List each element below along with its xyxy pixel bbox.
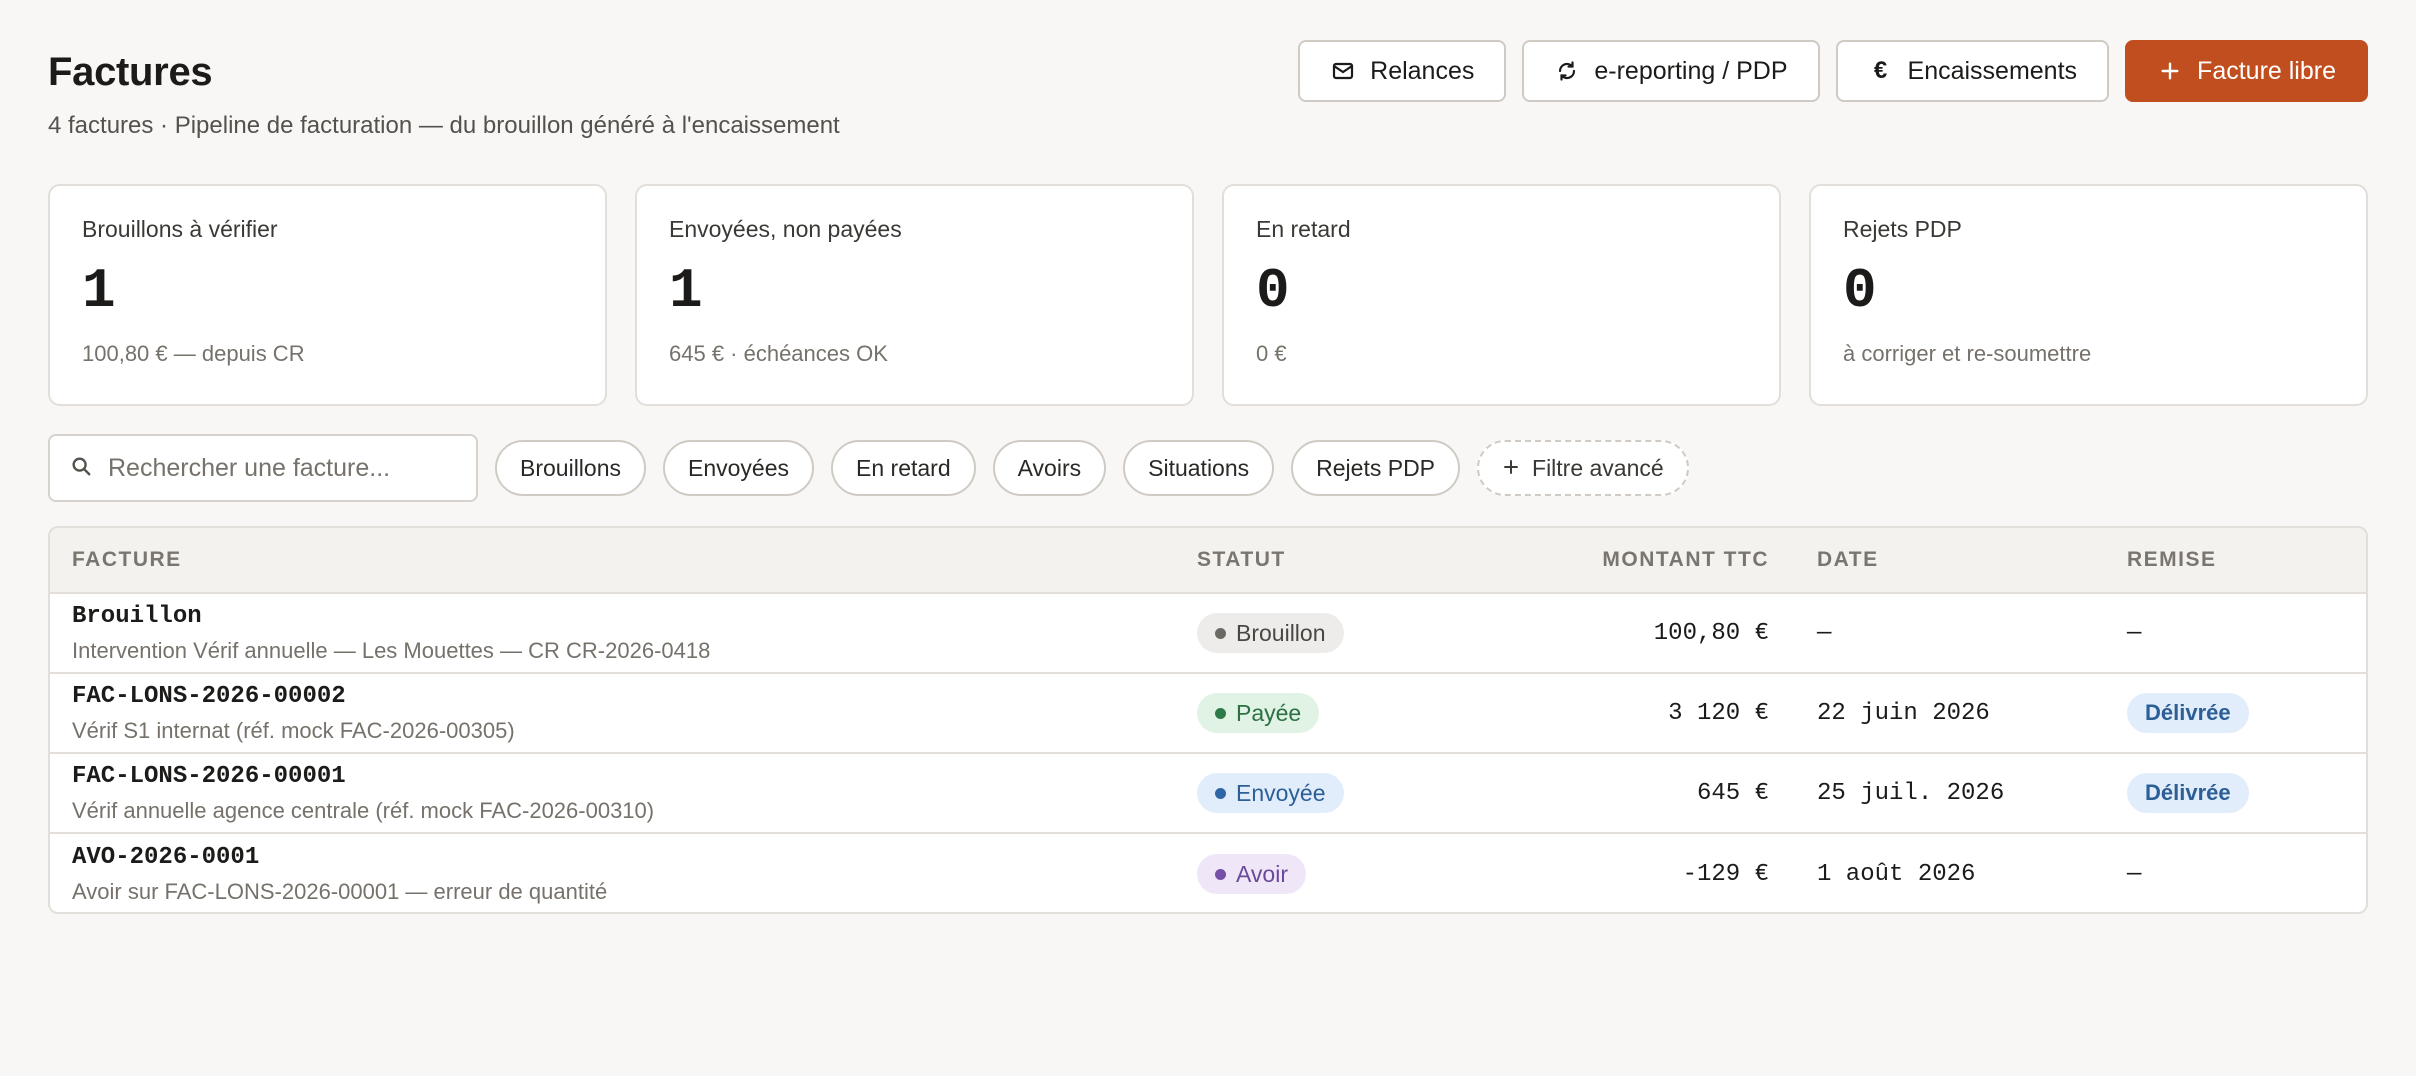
- header-actions: Relances e-reporting / PDP € Encaissemen…: [1298, 40, 2368, 102]
- facture-libre-button[interactable]: Facture libre: [2125, 40, 2368, 102]
- stat-card-envoyees[interactable]: Envoyées, non payées 1 645 € · échéances…: [635, 184, 1194, 406]
- amount-cell: 3 120 €: [1668, 699, 1769, 727]
- date-cell: 22 juin 2026: [1817, 699, 1990, 727]
- page-subtitle: 4 factures · Pipeline de facturation — d…: [48, 112, 840, 139]
- invoice-id: FAC-LONS-2026-00001: [72, 762, 346, 790]
- sync-icon: [1554, 58, 1580, 84]
- advanced-filter-button[interactable]: Filtre avancé: [1477, 440, 1689, 496]
- stat-card-brouillons[interactable]: Brouillons à vérifier 1 100,80 € — depui…: [48, 184, 607, 406]
- stat-label: En retard: [1256, 216, 1351, 242]
- status-cell: Envoyée: [1177, 773, 1437, 813]
- invoices-table: FACTURE STATUT MONTANT TTC DATE REMISE B…: [48, 526, 2368, 914]
- remise-cell: Délivrée: [2127, 773, 2366, 813]
- euro-icon: €: [1873, 57, 1888, 84]
- invoice-cell: AVO-2026-0001 Avoir sur FAC-LONS-2026-00…: [50, 844, 1177, 905]
- amount-cell: 645 €: [1696, 779, 1769, 807]
- filter-chip-situations[interactable]: Situations: [1123, 440, 1275, 496]
- filter-chip-avoirs[interactable]: Avoirs: [992, 440, 1107, 496]
- remise-badge: Délivrée: [2127, 773, 2249, 813]
- status-cell: Payée: [1177, 693, 1437, 733]
- advanced-filter-label: Filtre avancé: [1532, 454, 1664, 481]
- stat-label: Envoyées, non payées: [669, 216, 902, 242]
- search-input[interactable]: [108, 453, 456, 483]
- filter-chip-envoyees[interactable]: Envoyées: [663, 440, 815, 496]
- remise-cell: —: [2127, 619, 2142, 647]
- status-dot: [1215, 787, 1226, 799]
- table-row[interactable]: Brouillon Intervention Vérif annuelle — …: [50, 594, 2366, 674]
- date-cell: 1 août 2026: [1817, 860, 1976, 888]
- col-header-montant[interactable]: MONTANT TTC: [1437, 548, 1787, 572]
- stats-row: Brouillons à vérifier 1 100,80 € — depui…: [48, 184, 2368, 406]
- search-box: [48, 434, 478, 502]
- plus-icon: [1502, 455, 1520, 482]
- col-header-remise[interactable]: REMISE: [2127, 548, 2366, 572]
- amount-cell: 100,80 €: [1653, 619, 1769, 647]
- filter-bar: Brouillons Envoyées En retard Avoirs Sit…: [48, 434, 2368, 502]
- stat-label: Rejets PDP: [1843, 216, 1962, 242]
- remise-cell: Délivrée: [2127, 693, 2366, 733]
- stat-value: 1: [669, 259, 703, 323]
- relances-button[interactable]: Relances: [1298, 40, 1507, 102]
- stat-card-rejets[interactable]: Rejets PDP 0 à corriger et re-soumettre: [1809, 184, 2368, 406]
- table-header: FACTURE STATUT MONTANT TTC DATE REMISE: [50, 528, 2366, 594]
- invoice-cell: FAC-LONS-2026-00001 Vérif annuelle agenc…: [50, 763, 1177, 824]
- col-header-statut[interactable]: STATUT: [1177, 548, 1437, 572]
- ereporting-button[interactable]: e-reporting / PDP: [1522, 40, 1820, 102]
- stat-value: 1: [82, 259, 116, 323]
- stat-card-retard[interactable]: En retard 0 0 €: [1222, 184, 1781, 406]
- mail-icon: [1330, 58, 1356, 84]
- stat-note: à corriger et re-soumettre: [1843, 341, 2092, 366]
- status-badge: Avoir: [1197, 854, 1306, 894]
- status-dot: [1215, 707, 1226, 719]
- invoice-cell: Brouillon Intervention Vérif annuelle — …: [50, 603, 1177, 664]
- filter-chip-retard[interactable]: En retard: [831, 440, 976, 496]
- status-cell: Brouillon: [1177, 613, 1437, 653]
- invoice-description: Avoir sur FAC-LONS-2026-00001 — erreur d…: [72, 878, 608, 904]
- stat-note: 100,80 € — depuis CR: [82, 341, 305, 366]
- status-dot: [1215, 627, 1226, 639]
- invoice-id: FAC-LONS-2026-00002: [72, 682, 346, 710]
- stat-value: 0: [1256, 259, 1290, 323]
- invoice-description: Vérif annuelle agence centrale (réf. moc…: [72, 797, 655, 823]
- date-cell: —: [1817, 619, 1832, 647]
- col-header-facture[interactable]: FACTURE: [50, 548, 1177, 572]
- stat-note: 0 €: [1256, 341, 1287, 366]
- status-cell: Avoir: [1177, 854, 1437, 894]
- search-icon: [70, 455, 92, 482]
- table-row[interactable]: AVO-2026-0001 Avoir sur FAC-LONS-2026-00…: [50, 834, 2366, 912]
- stat-note: 645 € · échéances OK: [669, 341, 888, 366]
- filter-chip-brouillons[interactable]: Brouillons: [495, 440, 646, 496]
- filter-chip-rejets[interactable]: Rejets PDP: [1291, 440, 1461, 496]
- invoices-page: Factures 4 factures · Pipeline de factur…: [0, 0, 2416, 1076]
- ereporting-label: e-reporting / PDP: [1594, 56, 1788, 85]
- table-row[interactable]: FAC-LONS-2026-00001 Vérif annuelle agenc…: [50, 754, 2366, 834]
- stat-label: Brouillons à vérifier: [82, 216, 278, 242]
- status-badge: Brouillon: [1197, 613, 1344, 653]
- page-header: Factures 4 factures · Pipeline de factur…: [48, 38, 2368, 148]
- status-dot: [1215, 868, 1226, 880]
- invoice-id: Brouillon: [72, 602, 202, 630]
- amount-cell: -129 €: [1682, 860, 1769, 888]
- status-label: Payée: [1236, 699, 1302, 726]
- invoice-cell: FAC-LONS-2026-00002 Vérif S1 internat (r…: [50, 683, 1177, 744]
- stat-value: 0: [1843, 259, 1877, 323]
- invoice-description: Intervention Vérif annuelle — Les Mouett…: [72, 637, 711, 663]
- remise-badge: Délivrée: [2127, 693, 2249, 733]
- remise-cell: —: [2127, 860, 2142, 888]
- status-badge: Payée: [1197, 693, 1320, 733]
- encaissements-label: Encaissements: [1907, 56, 2078, 85]
- plus-icon: [2157, 58, 2183, 84]
- status-label: Envoyée: [1236, 779, 1326, 806]
- status-label: Brouillon: [1236, 619, 1326, 646]
- invoice-id: AVO-2026-0001: [72, 843, 260, 871]
- col-header-date[interactable]: DATE: [1787, 548, 2127, 572]
- relances-label: Relances: [1370, 56, 1475, 85]
- invoice-description: Vérif S1 internat (réf. mock FAC-2026-00…: [72, 717, 515, 743]
- status-label: Avoir: [1236, 860, 1288, 887]
- table-row[interactable]: FAC-LONS-2026-00002 Vérif S1 internat (r…: [50, 674, 2366, 754]
- encaissements-button[interactable]: € Encaissements: [1835, 40, 2110, 102]
- status-badge: Envoyée: [1197, 773, 1344, 813]
- facture-libre-label: Facture libre: [2197, 56, 2336, 85]
- date-cell: 25 juil. 2026: [1817, 779, 2005, 807]
